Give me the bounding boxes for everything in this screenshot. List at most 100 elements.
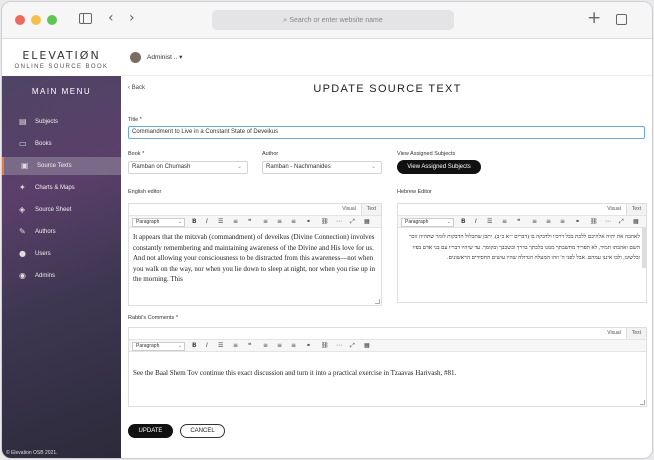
- title-label: Title *: [128, 117, 142, 123]
- resize-handle[interactable]: [640, 400, 645, 405]
- sidebar-item-books[interactable]: ▭ Books: [2, 135, 121, 153]
- avatar[interactable]: [130, 52, 141, 63]
- scrollbar[interactable]: [642, 228, 646, 268]
- comments-editor-content[interactable]: See the Baal Shem Tov continue this exac…: [133, 368, 640, 379]
- author-value: Ramban - Nachmanides: [266, 164, 331, 170]
- bold-icon[interactable]: B: [192, 218, 197, 225]
- maximize-window-button[interactable]: [47, 15, 57, 25]
- forward-icon[interactable]: ›: [129, 10, 135, 26]
- resize-handle[interactable]: [375, 299, 380, 304]
- toolbar-toggle-icon[interactable]: ▦: [364, 218, 370, 225]
- document-icon: ▣: [21, 161, 29, 170]
- sidebar-item-users[interactable]: ● Users: [2, 245, 121, 263]
- user-icon: ●: [19, 249, 26, 258]
- english-editor[interactable]: Visual Text Paragraph ⌄ B I ☰ ≡ ❝ ≡ ≡ ≡ ⚭ …: [128, 203, 382, 306]
- bullet-list-icon[interactable]: ☰: [487, 218, 492, 225]
- tab-text[interactable]: Text: [625, 328, 646, 339]
- address-placeholder: Search or enter website name: [289, 17, 383, 24]
- tab-text[interactable]: Text: [625, 204, 646, 215]
- quote-icon[interactable]: ❝: [248, 342, 251, 349]
- sidebar-item-source-sheet[interactable]: ◈ Source Sheet: [2, 201, 121, 219]
- unlink-icon[interactable]: ⛓: [590, 218, 598, 225]
- fullscreen-icon[interactable]: ⤢: [619, 218, 624, 226]
- tab-visual[interactable]: Visual: [602, 204, 626, 215]
- paragraph-select[interactable]: Paragraph ⌄: [401, 218, 454, 227]
- align-center-icon[interactable]: ≡: [546, 218, 551, 225]
- align-left-icon[interactable]: ≡: [263, 218, 268, 225]
- paragraph-value: Paragraph: [136, 219, 160, 225]
- back-icon[interactable]: ‹: [108, 10, 114, 26]
- numbered-list-icon[interactable]: ≡: [233, 218, 238, 225]
- bold-icon[interactable]: B: [461, 218, 466, 225]
- toolbar-toggle-icon[interactable]: ▦: [633, 218, 639, 225]
- view-assigned-subjects-button[interactable]: View Assigned Subjects: [397, 160, 481, 174]
- author-select[interactable]: Ramban - Nachmanides ⌄: [262, 161, 382, 174]
- book-select[interactable]: Ramban on Chumash ⌄: [128, 161, 248, 174]
- sidebar-item-source-texts[interactable]: ▣ Source Texts: [2, 157, 121, 175]
- sidebar-item-label: Users: [35, 251, 51, 257]
- rabbis-comments-editor[interactable]: Visual Text Paragraph ⌄ B I ☰ ≡ ❝ ≡ ≡ ≡ ⚭ …: [128, 327, 647, 407]
- hebrew-editor-content[interactable]: לאהבה את יהוה אלהיכם ללכת בכל דרכיו ולדב…: [402, 232, 640, 264]
- sidebar-toggle-icon[interactable]: [79, 13, 92, 24]
- italic-icon[interactable]: I: [206, 342, 208, 349]
- unlink-icon[interactable]: ⛓: [321, 342, 329, 349]
- quote-icon[interactable]: ❝: [517, 218, 520, 225]
- paragraph-select[interactable]: Paragraph ⌄: [132, 342, 185, 351]
- tab-text[interactable]: Text: [360, 204, 381, 215]
- fullscreen-icon[interactable]: ⤢: [350, 342, 355, 350]
- sidebar-item-charts-maps[interactable]: ✦ Charts & Maps: [2, 179, 121, 197]
- toolbar-toggle-icon[interactable]: ▦: [364, 342, 370, 349]
- english-editor-content[interactable]: It appears that the mitzvah (commandment…: [133, 232, 375, 285]
- book-open-icon: ▤: [19, 117, 27, 126]
- copyright: © Elevation OSB 2021.: [6, 450, 58, 456]
- chart-icon: ✦: [19, 183, 26, 192]
- link-icon[interactable]: ⚭: [306, 218, 311, 225]
- unlink-icon[interactable]: ⛓: [321, 218, 329, 225]
- align-left-icon[interactable]: ≡: [532, 218, 537, 225]
- tab-visual[interactable]: Visual: [337, 204, 361, 215]
- title-input[interactable]: Commandment to Live in a Constant State …: [128, 126, 645, 139]
- align-right-icon[interactable]: ≡: [560, 218, 565, 225]
- more-icon[interactable]: ⋯: [605, 218, 611, 225]
- cancel-button[interactable]: CANCEL: [180, 424, 225, 438]
- chevron-down-icon: ⌄: [370, 164, 376, 170]
- link-icon[interactable]: ⚭: [306, 342, 311, 349]
- link-icon[interactable]: ⚭: [575, 218, 580, 225]
- tab-visual[interactable]: Visual: [602, 328, 626, 339]
- more-icon[interactable]: ⋯: [336, 342, 342, 349]
- bold-icon[interactable]: B: [192, 342, 197, 349]
- numbered-list-icon[interactable]: ≡: [233, 342, 238, 349]
- numbered-list-icon[interactable]: ≡: [502, 218, 507, 225]
- align-right-icon[interactable]: ≡: [291, 342, 296, 349]
- paragraph-select[interactable]: Paragraph ⌄: [132, 218, 185, 227]
- update-button[interactable]: UPDATE: [128, 424, 173, 438]
- align-center-icon[interactable]: ≡: [277, 218, 282, 225]
- user-menu[interactable]: Administ .. ▾: [147, 53, 182, 61]
- align-right-icon[interactable]: ≡: [291, 218, 296, 225]
- fullscreen-icon[interactable]: ⤢: [350, 218, 355, 226]
- bullet-list-icon[interactable]: ☰: [218, 342, 223, 349]
- tab-overview-icon[interactable]: [616, 14, 627, 25]
- close-window-button[interactable]: [15, 15, 25, 25]
- new-tab-icon[interactable]: +: [587, 8, 601, 28]
- quote-icon[interactable]: ❝: [248, 218, 251, 225]
- english-editor-label: English editor: [128, 189, 162, 195]
- user-name: Administ ..: [147, 54, 178, 61]
- sidebar-item-label: Authors: [35, 229, 56, 235]
- paragraph-value: Paragraph: [136, 343, 160, 349]
- more-icon[interactable]: ⋯: [336, 218, 342, 225]
- sidebar-item-authors[interactable]: ✎ Authors: [2, 223, 121, 241]
- brand-logo[interactable]: ELEVATIØN ONLINE SOURCE BOOK: [2, 39, 121, 76]
- address-bar[interactable]: ⌕ Search or enter website name: [212, 10, 454, 30]
- align-center-icon[interactable]: ≡: [277, 342, 282, 349]
- sidebar-item-subjects[interactable]: ▤ Subjects: [2, 113, 121, 131]
- admin-user-icon: ◉: [19, 271, 26, 280]
- align-left-icon[interactable]: ≡: [263, 342, 268, 349]
- bullet-list-icon[interactable]: ☰: [218, 218, 223, 225]
- hebrew-editor[interactable]: Visual Text Paragraph ⌄ B I ☰ ≡ ❝ ≡ ≡ ≡ ⚭ …: [397, 203, 647, 303]
- minimize-window-button[interactable]: [31, 15, 41, 25]
- sidebar-item-admins[interactable]: ◉ Admins: [2, 267, 121, 285]
- sidebar-item-label: Charts & Maps: [35, 185, 75, 191]
- italic-icon[interactable]: I: [475, 218, 477, 225]
- italic-icon[interactable]: I: [206, 218, 208, 225]
